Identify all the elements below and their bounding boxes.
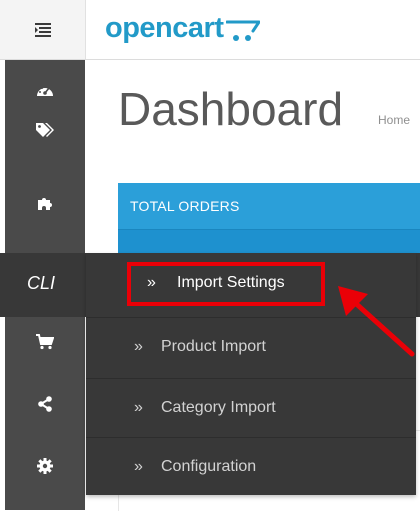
breadcrumb-home[interactable]: Home	[378, 113, 420, 127]
submenu-item-category-import[interactable]: » Category Import	[86, 379, 416, 439]
menu-toggle-button[interactable]	[0, 0, 86, 59]
page-title: Dashboard	[118, 83, 344, 135]
gear-icon	[37, 458, 53, 474]
puzzle-icon	[38, 198, 52, 210]
sidebar-item-cli-label: CLI	[27, 273, 56, 293]
sidebar-item-marketing[interactable]	[5, 374, 85, 434]
sidebar-item-extensions[interactable]	[5, 172, 85, 232]
tags-icon	[36, 123, 54, 137]
top-header: opencart	[0, 0, 420, 60]
submenu-item-label: Product Import	[161, 338, 266, 355]
chevron-right-icon: »	[134, 338, 143, 355]
submenu-item-configuration[interactable]: » Configuration	[86, 438, 416, 498]
cart-logo-icon	[226, 20, 261, 41]
shopping-cart-icon	[36, 334, 54, 350]
sidebar-item-catalog[interactable]	[5, 100, 85, 160]
tile-heading: TOTAL ORDERS	[118, 183, 420, 230]
sidebar-item-sales[interactable]	[5, 312, 85, 372]
opencart-logo[interactable]: opencart	[105, 8, 261, 48]
dashboard-icon	[37, 86, 53, 96]
total-orders-tile: TOTAL ORDERS	[118, 183, 420, 258]
share-icon	[38, 396, 52, 412]
menu-toggle-icon	[34, 22, 51, 37]
chevron-right-icon: »	[134, 458, 143, 475]
logo-text: opencart	[105, 11, 224, 44]
highlight-box	[127, 262, 325, 306]
sidebar-item-system[interactable]	[5, 436, 85, 496]
tile-title: TOTAL ORDERS	[130, 198, 240, 214]
chevron-right-icon: »	[134, 399, 143, 416]
submenu-item-label: Configuration	[161, 458, 257, 475]
submenu-item-label: Category Import	[161, 399, 276, 416]
annotation-arrow-icon	[338, 286, 415, 357]
